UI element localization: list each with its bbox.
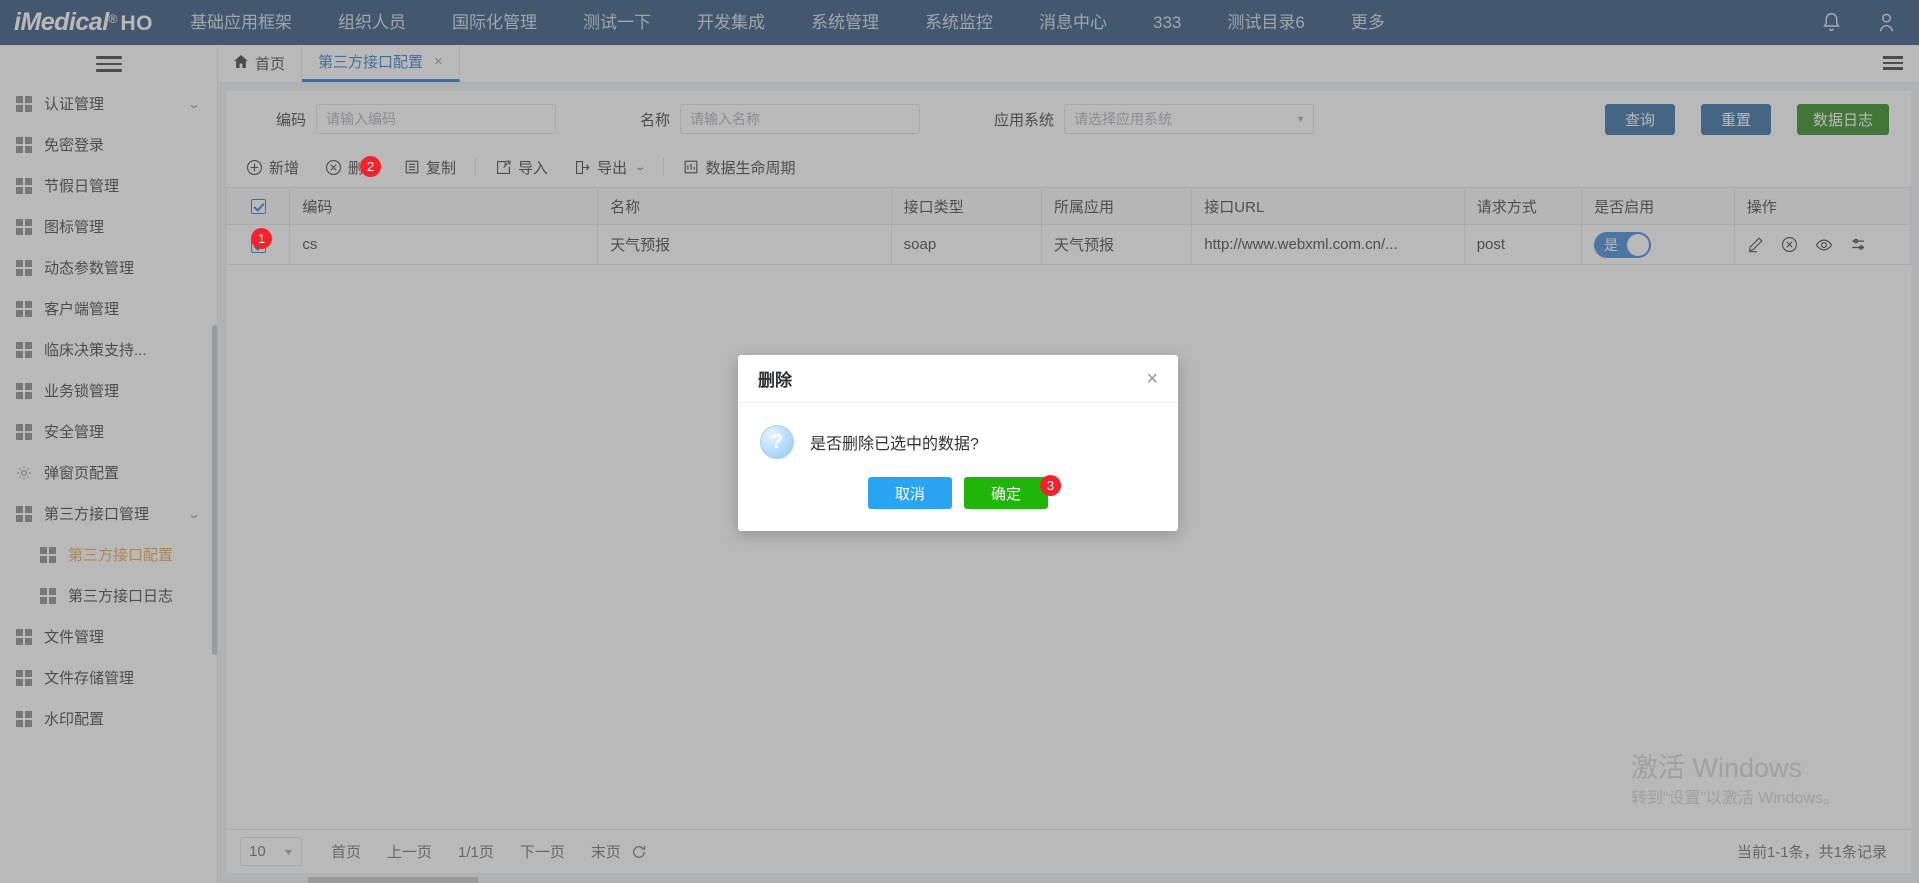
dialog-message: 是否删除已选中的数据? <box>810 436 979 453</box>
confirm-button[interactable]: 确定 <box>964 477 1048 509</box>
badge-step-1: 1 <box>251 228 272 249</box>
close-icon[interactable]: × <box>1146 369 1158 389</box>
cancel-button[interactable]: 取消 <box>868 477 952 509</box>
badge-step-3: 3 <box>1040 475 1061 496</box>
confirm-button-wrap: 确定 3 <box>964 475 1061 509</box>
app-root: iMedical ® HO 基础应用框架 组织人员 国际化管理 测试一下 开发集… <box>0 0 1919 883</box>
badge-step-2: 2 <box>360 155 382 177</box>
dialog-header: 删除 × <box>738 355 1178 403</box>
delete-confirm-dialog: 删除 × ? 是否删除已选中的数据? 取消 确定 3 <box>738 355 1178 531</box>
dialog-body: ? 是否删除已选中的数据? <box>738 403 1178 467</box>
dialog-title: 删除 <box>758 371 792 390</box>
dialog-footer: 取消 确定 3 <box>738 467 1178 531</box>
question-icon: ? <box>760 425 794 459</box>
